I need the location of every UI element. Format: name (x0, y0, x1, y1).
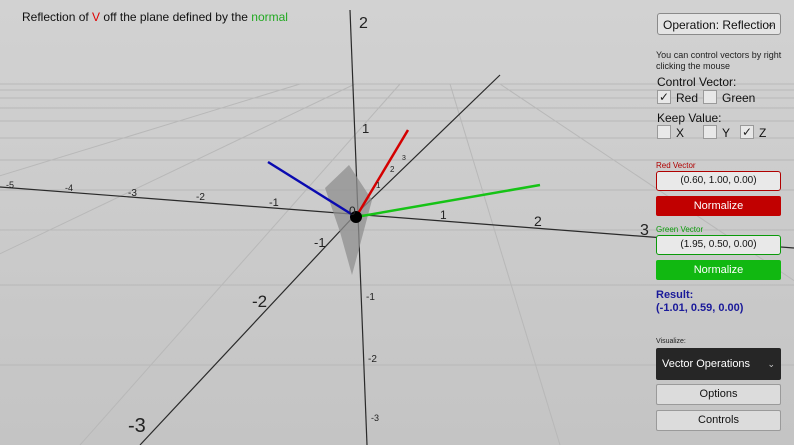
green-vector-label: Green Vector (656, 225, 704, 234)
control-panel: Operation: Reflection ⌄ You can control … (652, 0, 794, 445)
y-label-1: 1 (362, 121, 369, 136)
z-label-neg2: -2 (252, 292, 267, 311)
keep-value-label: Keep Value: (657, 111, 722, 125)
y-label-neg3: -3 (371, 413, 379, 423)
checkbox-red-label: Red (676, 91, 699, 105)
checkbox-green[interactable] (703, 90, 717, 104)
chevron-down-icon: ⌄ (766, 19, 775, 30)
x-label-neg5: -5 (6, 180, 14, 190)
options-button[interactable]: Options (656, 384, 781, 405)
headline-normal: normal (251, 10, 288, 24)
hint-text: You can control vectors by right clickin… (656, 50, 782, 71)
origin-label: 0 (349, 204, 356, 218)
x-label-3: 3 (640, 222, 649, 239)
x-label-neg2: -2 (196, 192, 205, 203)
checkbox-y-label: Y (722, 126, 731, 140)
headline: Reflection of V off the plane defined by… (22, 10, 288, 24)
operation-label: Operation: Reflection (663, 18, 776, 32)
x-label-2: 2 (534, 213, 542, 229)
red-normalize-button[interactable]: Normalize (656, 196, 781, 216)
y-label-neg1: -1 (366, 292, 375, 303)
checkbox-x-label: X (676, 126, 685, 140)
chevron-down-icon: ⌄ (767, 359, 775, 369)
visualize-label: Visualize: (656, 338, 686, 345)
z-label-2: 2 (390, 165, 395, 174)
checkbox-z-label: Z (759, 126, 767, 140)
controls-button[interactable]: Controls (656, 410, 781, 431)
z-label-1: 1 (376, 181, 381, 190)
result-label: Result: (656, 289, 694, 301)
green-vector-input[interactable]: (1.95, 0.50, 0.00) (656, 235, 781, 255)
checkbox-red[interactable]: ✓ (657, 90, 671, 104)
x-label-neg3: -3 (128, 188, 137, 199)
x-label-neg4: -4 (65, 183, 73, 193)
headline-v: V (92, 10, 101, 24)
z-label-neg3: -3 (128, 415, 146, 437)
operation-dropdown[interactable]: Operation: Reflection ⌄ (657, 13, 781, 35)
y-label-2: 2 (359, 15, 368, 32)
result: Result: (-1.01, 0.59, 0.00) (656, 289, 743, 315)
headline-middle: off the plane defined by the (100, 10, 252, 24)
control-vector-label: Control Vector: (657, 75, 737, 89)
red-vector-label: Red Vector (656, 161, 696, 170)
checkbox-z[interactable]: ✓ (740, 125, 754, 139)
x-label-neg1: -1 (269, 197, 279, 209)
visualize-dropdown[interactable]: Vector Operations ⌄ (656, 348, 781, 380)
checkbox-green-label: Green (722, 91, 756, 105)
x-label-1: 1 (440, 208, 447, 222)
result-value: (-1.01, 0.59, 0.00) (656, 302, 744, 314)
z-label-3: 3 (402, 155, 406, 162)
red-vector-input[interactable]: (0.60, 1.00, 0.00) (656, 171, 781, 191)
z-label-neg1: -1 (314, 235, 326, 250)
visualize-value: Vector Operations (662, 358, 751, 370)
green-normalize-button[interactable]: Normalize (656, 260, 781, 280)
y-label-neg2: -2 (368, 354, 377, 365)
checkbox-y[interactable] (703, 125, 717, 139)
checkbox-x[interactable] (657, 125, 671, 139)
headline-prefix: Reflection of (22, 10, 93, 24)
